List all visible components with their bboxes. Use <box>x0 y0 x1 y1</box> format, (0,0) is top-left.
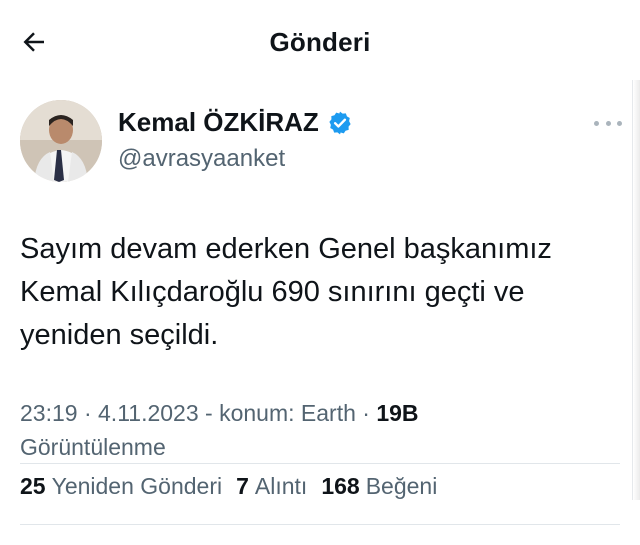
tweet-meta: 23:19 · 4.11.2023 - konum: Earth · 19B G… <box>20 396 600 464</box>
tweet-date[interactable]: 4.11.2023 <box>98 400 199 426</box>
reposts-stat[interactable]: 25 Yeniden Gönderi <box>20 473 222 500</box>
quotes-stat[interactable]: 7 Alıntı <box>236 473 307 500</box>
engagement-stats: 25 Yeniden Gönderi 7 Alıntı 168 Beğeni <box>20 473 437 500</box>
meta-separator: · <box>362 400 377 426</box>
divider <box>20 524 620 525</box>
page-title: Gönderi <box>269 27 371 57</box>
edge-divider <box>632 80 640 500</box>
tweet-detail-page: Gönderi Kemal ÖZKİRAZ @avrasyaanket Sayı… <box>0 0 640 545</box>
meta-separator: - <box>205 400 220 426</box>
avatar-photo <box>20 100 102 182</box>
author-name[interactable]: Kemal ÖZKİRAZ <box>118 107 353 138</box>
quotes-count: 7 <box>236 473 249 499</box>
likes-label: Beğeni <box>365 473 438 499</box>
tweet-text: Sayım devam ederken Genel başkanımız Kem… <box>20 233 552 351</box>
more-icon[interactable] <box>594 112 622 134</box>
reposts-count: 25 <box>20 473 46 499</box>
avatar[interactable] <box>20 100 102 182</box>
tweet-location: konum: Earth <box>219 400 356 426</box>
views-label: Görüntülenme <box>20 434 166 460</box>
verified-badge-icon <box>329 111 351 134</box>
author-name-text: Kemal ÖZKİRAZ <box>118 107 319 137</box>
tweet-time[interactable]: 23:19 <box>20 400 78 426</box>
likes-count: 168 <box>321 473 360 499</box>
likes-stat[interactable]: 168 Beğeni <box>321 473 437 500</box>
views-count: 19B <box>376 400 419 426</box>
author-handle[interactable]: @avrasyaanket <box>118 145 285 173</box>
quotes-label: Alıntı <box>254 473 308 499</box>
divider <box>20 463 620 464</box>
header: Gönderi <box>0 0 640 86</box>
reposts-label: Yeniden Gönderi <box>51 473 223 499</box>
meta-separator: · <box>83 400 99 426</box>
